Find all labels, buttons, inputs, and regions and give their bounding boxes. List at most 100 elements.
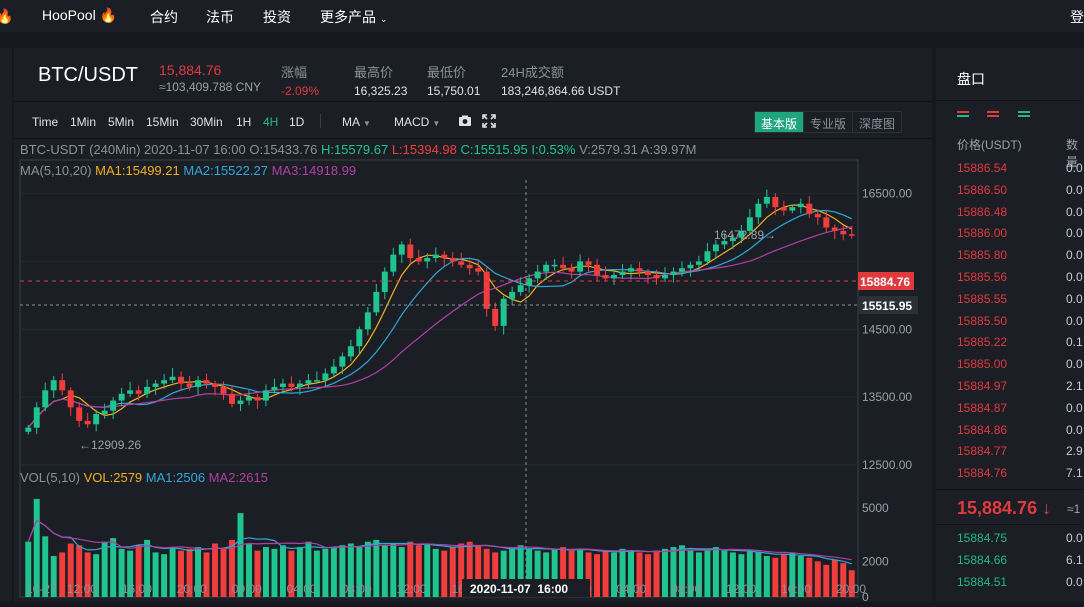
candle-body bbox=[271, 386, 278, 391]
ask-row[interactable]: 15884.87 0.0 bbox=[957, 401, 1083, 415]
kline-chart[interactable]: BTC-USDT (240Min) 2020-11-07 16:00 O:154… bbox=[14, 140, 932, 604]
price-axis: 16500.00 14500.00 13500.00 12500.00 bbox=[862, 187, 912, 472]
ask-row[interactable]: 15885.00 0.0 bbox=[957, 357, 1083, 371]
price-pane bbox=[19, 159, 859, 466]
candle-body bbox=[373, 291, 380, 313]
ohlc-info-line: BTC-USDT (240Min) 2020-11-07 16:00 O:154… bbox=[20, 142, 696, 157]
ask-amount: 0.0 bbox=[1066, 270, 1083, 284]
vol-legend-label: VOL(5,10) bbox=[20, 470, 80, 485]
ask-row[interactable]: 15885.56 0.0 bbox=[957, 270, 1083, 284]
brand-logo[interactable]: HooPool 🔥 bbox=[42, 7, 117, 24]
timeframe-15min[interactable]: 15Min bbox=[146, 115, 179, 129]
ask-price: 15886.54 bbox=[957, 161, 1008, 175]
volume-bar bbox=[662, 548, 668, 597]
candle-body bbox=[526, 278, 533, 286]
ask-row[interactable]: 15884.76 7.1 bbox=[957, 466, 1083, 480]
ask-row[interactable]: 15886.48 0.0 bbox=[957, 205, 1083, 219]
last-price-tag-text: 15884.76 bbox=[860, 275, 910, 289]
candle-body bbox=[50, 380, 57, 391]
candle-body bbox=[704, 251, 711, 262]
mode-basic[interactable]: 基本版 bbox=[755, 112, 805, 132]
candle-body bbox=[67, 390, 74, 408]
cny-price: ≈103,409.788 CNY bbox=[159, 80, 261, 94]
timeframe-5min[interactable]: 5Min bbox=[108, 115, 134, 129]
bid-amount: 6.1 bbox=[1066, 553, 1083, 567]
macd-dropdown[interactable]: MACD ▼ bbox=[394, 115, 440, 129]
ma-dropdown[interactable]: MA ▼ bbox=[342, 115, 371, 129]
candle-body bbox=[246, 397, 252, 401]
stat-label: 最低价 bbox=[427, 65, 467, 80]
ask-row[interactable]: 15884.86 0.0 bbox=[957, 423, 1083, 437]
timeframe-4h[interactable]: 4H bbox=[263, 115, 278, 129]
nav-item-invest[interactable]: 投资 bbox=[263, 7, 291, 27]
candle-body bbox=[780, 207, 787, 211]
nav-item-fiat[interactable]: 法币 bbox=[206, 7, 234, 27]
candle-body bbox=[814, 213, 821, 218]
mode-depth[interactable]: 深度图 bbox=[853, 112, 901, 132]
volume-bar bbox=[279, 545, 286, 597]
orderbook-panel: 盘口 价格(USDT) 数量 15886.54 0.0 15886.50 0.0 158… bbox=[936, 48, 1084, 602]
candle-body bbox=[127, 390, 134, 394]
info-close: C:15515.95 bbox=[461, 142, 528, 157]
candle-body bbox=[763, 196, 770, 204]
candle-body bbox=[118, 393, 125, 401]
login-link[interactable]: 登 bbox=[1070, 7, 1084, 27]
timeframe-time[interactable]: Time bbox=[32, 115, 58, 129]
left-gutter bbox=[0, 48, 12, 602]
timeframe-1min[interactable]: 1Min bbox=[70, 115, 96, 129]
ask-row[interactable]: 15884.97 2.1 bbox=[957, 379, 1083, 393]
volume-bar bbox=[712, 547, 719, 597]
candle-body bbox=[475, 268, 482, 272]
ask-row[interactable]: 15885.80 0.0 bbox=[957, 248, 1083, 262]
info-increase: I:0.53% bbox=[531, 142, 576, 157]
ask-row[interactable]: 15885.22 0.1 bbox=[957, 335, 1083, 349]
bid-row[interactable]: 15884.51 0.0 bbox=[957, 575, 1083, 589]
bid-row[interactable]: 15884.75 0.0 bbox=[957, 531, 1083, 545]
candle-body bbox=[797, 203, 804, 208]
ask-row[interactable]: 15886.50 0.0 bbox=[957, 183, 1083, 197]
last-price: 15,884.76 bbox=[159, 62, 222, 78]
ask-row[interactable]: 15884.77 2.9 bbox=[957, 444, 1083, 458]
timeframe-1d[interactable]: 1D bbox=[289, 115, 304, 129]
candle-body bbox=[262, 390, 269, 401]
time-tick-label: 08:00 bbox=[342, 582, 372, 596]
ask-price: 15885.55 bbox=[957, 291, 1008, 306]
ask-amount: 0.0 bbox=[1066, 248, 1083, 263]
ask-row[interactable]: 15886.54 0.0 bbox=[957, 161, 1083, 175]
vol-ma2-value: MA2:2615 bbox=[209, 470, 268, 485]
candle-body bbox=[279, 383, 286, 387]
ask-row[interactable]: 15886.00 0.0 bbox=[957, 226, 1083, 240]
volume-tick-label: 5000 bbox=[862, 501, 889, 515]
nav-item-more-products[interactable]: 更多产品 ⌄ bbox=[320, 7, 387, 27]
info-low: L:15394.98 bbox=[392, 142, 457, 157]
view-asks-icon[interactable] bbox=[987, 111, 999, 121]
mode-pro[interactable]: 专业版 bbox=[804, 112, 854, 132]
ticker-header: BTC/USDT 15,884.76 ≈103,409.788 CNY 涨幅 -… bbox=[14, 48, 932, 102]
price-tick-label: 13500.00 bbox=[862, 390, 912, 404]
volume-bar bbox=[823, 564, 830, 597]
vol-ma1-value: MA1:2506 bbox=[146, 470, 205, 485]
bid-row[interactable]: 15884.66 6.1 bbox=[957, 553, 1083, 567]
candle-body bbox=[534, 271, 541, 279]
stat-label: 24H成交额 bbox=[501, 65, 564, 80]
candle-body bbox=[305, 380, 312, 384]
view-both-icon[interactable] bbox=[957, 111, 969, 121]
candle-body bbox=[42, 390, 49, 408]
candle-body bbox=[432, 254, 439, 259]
max-price-label: 16472.89→ bbox=[714, 228, 776, 242]
candle-body bbox=[212, 383, 218, 387]
nav-item-contract[interactable]: 合约 bbox=[150, 7, 178, 27]
pair-title[interactable]: BTC/USDT bbox=[38, 64, 138, 87]
camera-icon[interactable] bbox=[457, 113, 473, 129]
timeframe-30min[interactable]: 30Min bbox=[190, 115, 223, 129]
ask-row[interactable]: 15885.55 0.0 bbox=[957, 291, 1083, 306]
view-bids-icon[interactable] bbox=[1018, 111, 1030, 121]
fullscreen-icon[interactable] bbox=[481, 113, 497, 129]
timeframe-1h[interactable]: 1H bbox=[236, 115, 251, 129]
volume-bar bbox=[594, 554, 601, 597]
ask-amount: 0.0 bbox=[1066, 226, 1083, 241]
ask-price: 15885.56 bbox=[957, 270, 1008, 284]
candle-body bbox=[636, 268, 643, 272]
ask-row[interactable]: 15885.50 0.0 bbox=[957, 314, 1083, 328]
cursor-price-tag-text: 15515.95 bbox=[862, 299, 912, 313]
